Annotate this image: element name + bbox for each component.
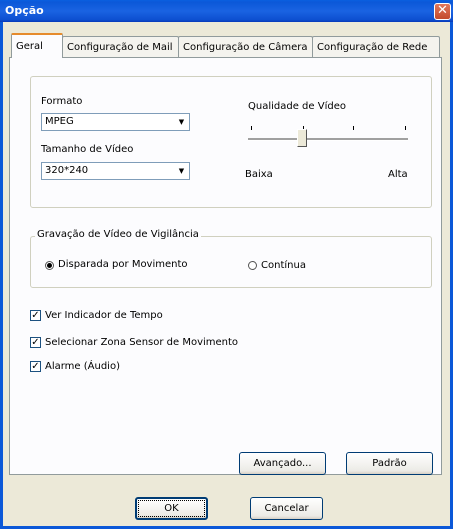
- close-icon: ✕: [437, 3, 448, 18]
- slider-tick: [405, 126, 406, 130]
- check-icon: ✓: [31, 361, 40, 372]
- size-value: 320*240: [45, 165, 89, 176]
- tab-label: Geral: [16, 41, 43, 52]
- size-select[interactable]: 320*240 ▼: [41, 162, 190, 180]
- tab-mail[interactable]: Configuração de Mail: [62, 36, 179, 57]
- tab-label: Configuração de Câmera: [183, 42, 308, 53]
- chevron-down-icon[interactable]: ▼: [175, 115, 188, 129]
- window-title: Opção: [5, 4, 44, 17]
- format-value: MPEG: [45, 116, 74, 127]
- ok-button-label: OK: [138, 500, 205, 517]
- slider-thumb[interactable]: [297, 129, 307, 147]
- advanced-button[interactable]: Avançado...: [239, 452, 326, 475]
- checkbox-motion-zone-label[interactable]: Selecionar Zona Sensor de Movimento: [45, 337, 238, 348]
- slider-tick: [353, 126, 354, 130]
- radio-motion-label[interactable]: Disparada por Movimento: [58, 259, 188, 270]
- check-icon: ✓: [31, 310, 40, 321]
- checkbox-alarm-label[interactable]: Alarme (Áudio): [45, 361, 120, 372]
- quality-label: Qualidade de Vídeo: [248, 101, 346, 112]
- title-bar: Opção ✕: [0, 0, 453, 22]
- checkbox-alarm[interactable]: ✓: [30, 361, 41, 372]
- tab-label: Configuração de Mail: [67, 42, 173, 53]
- tab-label: Configuração de Rede: [317, 42, 428, 53]
- format-label: Formato: [41, 96, 83, 107]
- recording-group-title: Gravação de Vídeo de Vigilância: [35, 229, 201, 240]
- tab-network[interactable]: Configuração de Rede: [312, 36, 440, 57]
- size-label: Tamanho de Vídeo: [41, 144, 134, 155]
- quality-low-label: Baixa: [245, 169, 273, 180]
- ok-button[interactable]: OK: [135, 497, 208, 520]
- check-icon: ✓: [31, 337, 40, 348]
- radio-continuous-label[interactable]: Contínua: [261, 260, 306, 271]
- tab-camera[interactable]: Configuração de Câmera: [178, 36, 313, 57]
- close-button[interactable]: ✕: [434, 3, 451, 20]
- checkbox-time-indicator[interactable]: ✓: [30, 310, 41, 321]
- checkbox-motion-zone[interactable]: ✓: [30, 337, 41, 348]
- quality-slider[interactable]: [248, 126, 408, 156]
- tab-geral[interactable]: Geral: [11, 33, 63, 58]
- cancel-button[interactable]: Cancelar: [250, 497, 323, 520]
- quality-high-label: Alta: [388, 169, 408, 180]
- slider-track: [248, 138, 408, 141]
- format-select[interactable]: MPEG ▼: [41, 113, 190, 131]
- checkbox-time-indicator-label[interactable]: Ver Indicador de Tempo: [45, 310, 163, 321]
- chevron-down-icon[interactable]: ▼: [175, 164, 188, 178]
- default-button[interactable]: Padrão: [346, 452, 433, 475]
- radio-motion[interactable]: [45, 261, 54, 270]
- slider-tick: [251, 126, 252, 130]
- radio-continuous[interactable]: [248, 261, 257, 270]
